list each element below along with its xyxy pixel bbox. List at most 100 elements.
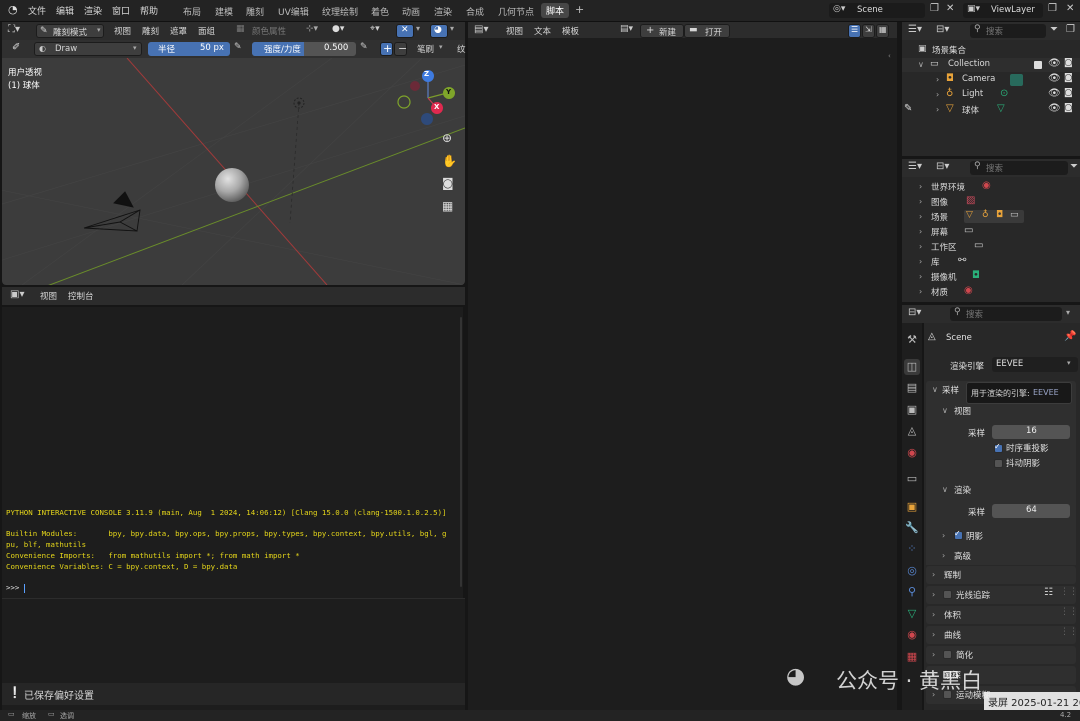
menu-render[interactable]: 渲染	[84, 4, 102, 17]
new-view-layer-icon[interactable]: ❐	[1048, 3, 1057, 14]
visibility-icon[interactable]: ⌖▾	[370, 24, 380, 34]
camera-render-icon[interactable]: ◙	[1064, 88, 1073, 98]
new-text-button[interactable]: + 新建	[640, 24, 684, 38]
blender-logo-icon[interactable]: ◔	[8, 3, 18, 16]
text-menu-templates[interactable]: 模板	[562, 25, 579, 37]
add-direction-button[interactable]: +	[380, 42, 393, 56]
scene-selector[interactable]: ◎▾ Scene	[829, 3, 925, 18]
tab-rendering[interactable]: 渲染	[434, 5, 452, 18]
expand-chevron-icon[interactable]: ›	[919, 257, 922, 266]
collapse-chevron-icon[interactable]: ∨	[942, 485, 948, 494]
expand-chevron-icon[interactable]: ∨	[918, 60, 924, 69]
word-wrap-toggle[interactable]: ⇲	[862, 24, 875, 38]
tool-tab-icon[interactable]: ⚒	[904, 332, 920, 348]
physics-tab-icon[interactable]: ◎	[904, 563, 920, 579]
text-datablock-icon[interactable]: ▤▾	[620, 24, 633, 34]
properties-options-icon[interactable]: ▾	[1066, 308, 1070, 317]
eye-icon[interactable]: 👁	[1048, 73, 1061, 84]
expand-chevron-icon[interactable]: ›	[919, 227, 922, 236]
properties-search-input[interactable]: ⚲ 搜索	[950, 307, 1062, 321]
mode-selector[interactable]: ✎ 雕刻模式 ▾	[36, 24, 104, 38]
panel-raytracing[interactable]: › 光线追踪 ☷ ⋮⋮	[926, 586, 1078, 604]
orientation-icon[interactable]: ⊹▾	[306, 24, 318, 34]
line-numbers-toggle[interactable]: ☰	[848, 24, 861, 38]
menu-face-sets[interactable]: 面组	[198, 25, 215, 37]
tab-scripting[interactable]: 脚本	[541, 3, 570, 18]
menu-help[interactable]: 帮助	[140, 4, 158, 17]
gizmo-chevron-icon[interactable]: ▾	[416, 24, 420, 33]
filter-icon[interactable]: ⏷	[1070, 161, 1078, 172]
expand-chevron-icon[interactable]: ›	[919, 182, 922, 191]
collection-tab-icon[interactable]: ▭	[904, 471, 920, 487]
camera-data-icon[interactable]	[1010, 74, 1023, 86]
tab-animation[interactable]: 动画	[402, 5, 420, 18]
collapse-chevron-icon[interactable]: ∨	[932, 385, 938, 394]
world-tab-icon[interactable]: ◉	[904, 445, 920, 461]
advanced-subpanel-title[interactable]: 高级	[954, 550, 971, 562]
text-editor-area[interactable]: ‹	[468, 38, 897, 710]
expand-chevron-icon[interactable]: ›	[919, 197, 922, 206]
jitter-shadows-checkbox[interactable]	[994, 459, 1003, 468]
brush-menu[interactable]: 笔刷	[417, 43, 434, 55]
blend-row-cameras[interactable]: › 摄像机 ◘	[902, 270, 1080, 284]
delete-view-layer-icon[interactable]: ✕	[1066, 3, 1074, 14]
tab-modeling[interactable]: 建模	[215, 5, 233, 18]
overlay-toggle[interactable]: ◕	[430, 24, 448, 38]
tab-shading[interactable]: 着色	[371, 5, 389, 18]
panel-bloom[interactable]: › 辉制	[926, 566, 1076, 584]
text-menu-text[interactable]: 文本	[534, 25, 551, 37]
camera-render-icon[interactable]: ◙	[1064, 73, 1073, 83]
expand-chevron-icon[interactable]: ›	[936, 105, 939, 114]
new-scene-icon[interactable]: ❐	[930, 3, 939, 14]
light-data-icon[interactable]: ⊙	[1000, 88, 1008, 99]
subtract-direction-button[interactable]: −	[394, 42, 407, 56]
console-prompt[interactable]: >>>	[6, 583, 25, 593]
grid-perspective-icon[interactable]: ▦	[442, 199, 453, 213]
sampling-panel-title[interactable]: 采样	[942, 384, 959, 396]
pressure-radius-icon[interactable]: ✎	[234, 42, 242, 52]
material-tab-icon[interactable]: ◉	[904, 627, 920, 643]
menu-edit[interactable]: 编辑	[56, 4, 74, 17]
python-console[interactable]: PYTHON INTERACTIVE CONSOLE 3.11.9 (main,…	[2, 307, 463, 598]
raytracing-checkbox[interactable]	[943, 590, 952, 599]
brush-tool-icon[interactable]: ✐	[12, 42, 20, 53]
gizmo-toggle[interactable]: ✕	[396, 24, 414, 38]
panel-curves[interactable]: › 曲线 ⋮⋮	[926, 626, 1078, 644]
camera-object[interactable]	[83, 191, 141, 232]
expand-chevron-icon[interactable]: ›	[936, 75, 939, 84]
syntax-highlight-toggle[interactable]: ▦	[876, 24, 889, 38]
menu-window[interactable]: 窗口	[112, 4, 130, 17]
camera-render-icon[interactable]: ◙	[1064, 103, 1073, 113]
strength-slider[interactable]: 强度/力度 0.500	[252, 42, 356, 56]
drag-handle-icon[interactable]: ⋮⋮	[1060, 627, 1078, 637]
object-tab-icon[interactable]: ▣	[904, 499, 920, 515]
camera-view-icon[interactable]: ◙	[442, 176, 454, 190]
data-tab-icon[interactable]: ▽	[904, 606, 920, 622]
panel-simplify[interactable]: › 简化	[926, 646, 1076, 664]
tab-compositing[interactable]: 合成	[466, 5, 484, 18]
3d-viewport[interactable]: Z Y X 用户透视 (1) 球体 ⊕ ✋ ◙ ▦	[2, 58, 465, 285]
console-editor-icon[interactable]: ▣▾	[10, 289, 24, 300]
text-editor-type-icon[interactable]: ▤▾	[474, 24, 488, 35]
expand-chevron-icon[interactable]: ›	[919, 212, 922, 221]
text-menu-view[interactable]: 视图	[506, 25, 523, 37]
console-menu-console[interactable]: 控制台	[68, 290, 94, 302]
viewport-samples-field[interactable]: 16	[992, 425, 1070, 439]
camera-render-icon[interactable]: ◙	[1064, 58, 1073, 68]
outliner-editor-icon[interactable]: ☰▾	[908, 161, 922, 172]
expand-chevron-icon[interactable]: ›	[942, 551, 945, 560]
outliner-row-scene-collection[interactable]: ▣ 场景集合	[902, 43, 1080, 57]
collection-exclude-checkbox[interactable]	[1034, 61, 1042, 69]
console-menu-view[interactable]: 视图	[40, 290, 57, 302]
expand-chevron-icon[interactable]: ›	[919, 242, 922, 251]
outliner-editor-icon[interactable]: ☰▾	[908, 24, 922, 35]
new-collection-icon[interactable]: ❐	[1066, 24, 1075, 35]
sphere-object[interactable]	[215, 168, 249, 202]
texture-tab-icon[interactable]: ▦	[904, 649, 920, 665]
text-editor-sidebar-arrow-icon[interactable]: ‹	[888, 52, 891, 60]
pan-hand-icon[interactable]: ✋	[442, 154, 457, 168]
eye-icon[interactable]: 👁	[1048, 58, 1061, 69]
pivot-icon[interactable]: ●▾	[332, 24, 344, 34]
blend-row-libraries[interactable]: › 库 ⚯	[902, 255, 1080, 269]
blend-row-screens[interactable]: › 屏幕 ▭	[902, 225, 1080, 239]
